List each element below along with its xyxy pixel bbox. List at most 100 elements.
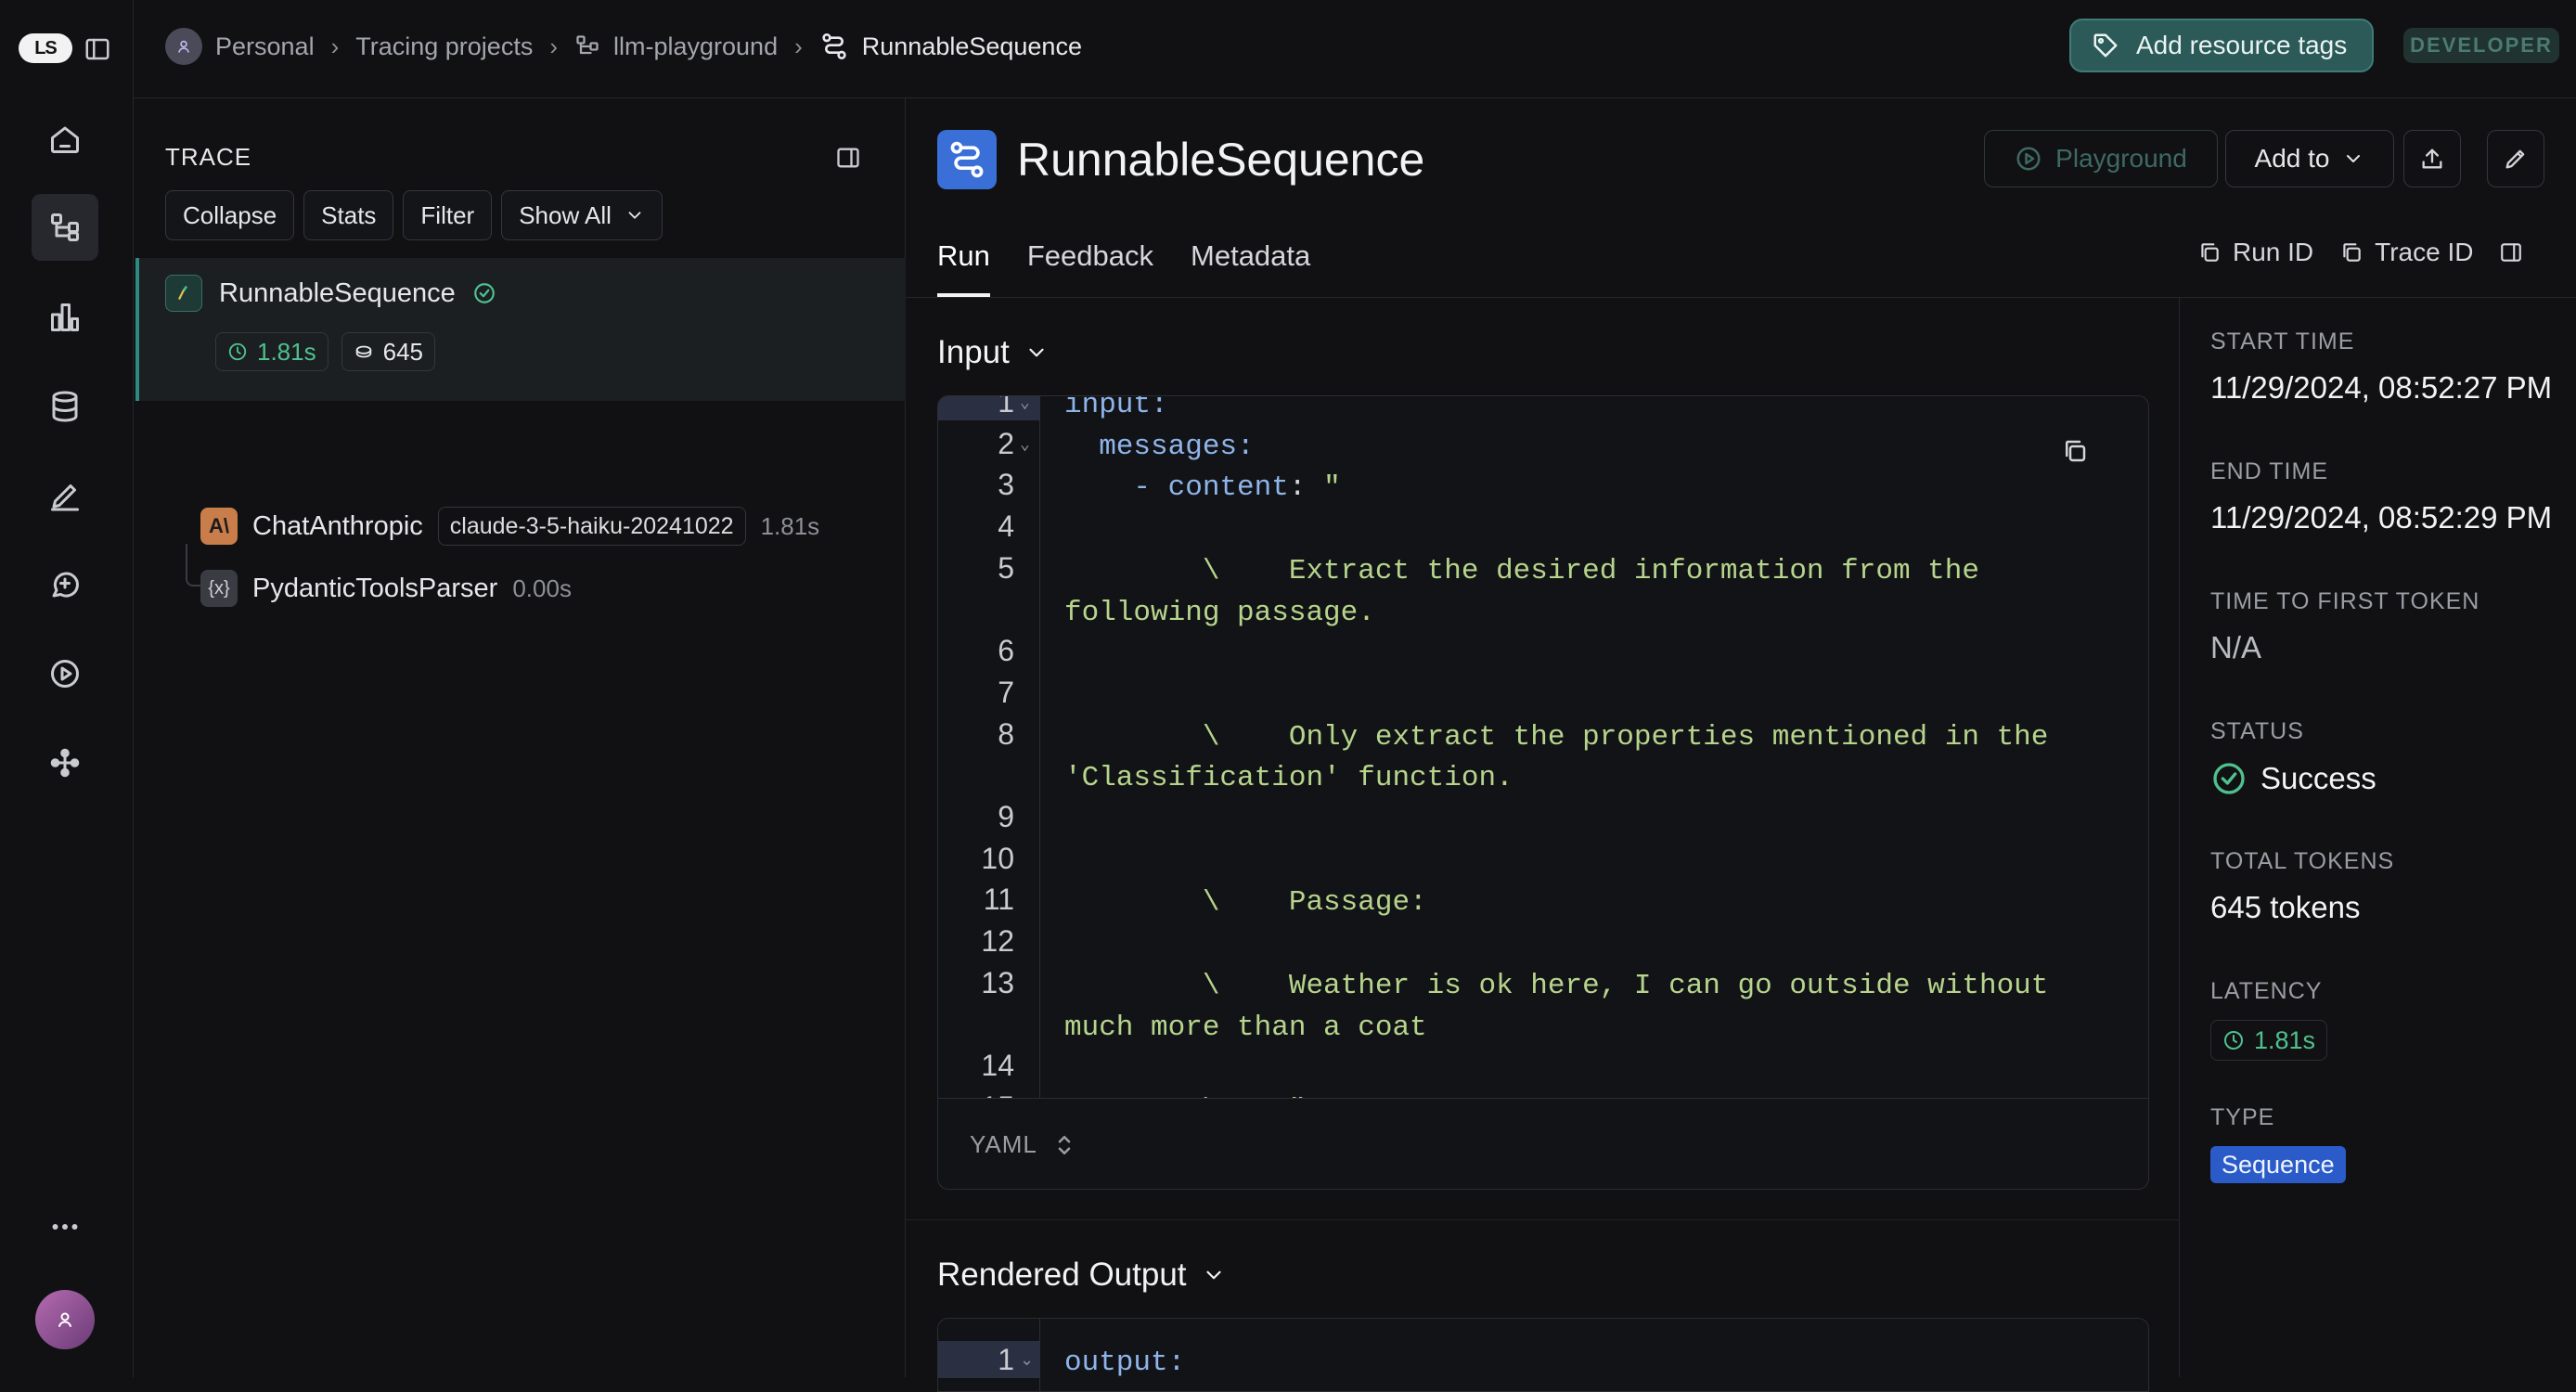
total-tokens-label: TOTAL TOKENS — [2210, 848, 2395, 874]
output-section-header[interactable]: Rendered Output — [937, 1257, 1226, 1294]
add-to-dropdown[interactable]: Add to — [2225, 130, 2394, 187]
line-number: 4 — [998, 509, 1014, 544]
code-line: \ Passage: — [1064, 886, 1427, 920]
chevron-down-icon — [2347, 155, 2361, 162]
share-button[interactable] — [2403, 130, 2461, 187]
latency-chip: 1.81s — [215, 332, 328, 371]
code-line: - content: " — [1064, 471, 1341, 505]
clock-icon — [2224, 1031, 2243, 1050]
trace-panel: TRACE Collapse Stats Filter Show All Run… — [134, 98, 906, 1377]
breadcrumb-current-run: RunnableSequence — [819, 32, 1082, 61]
copy-trace-id-button[interactable]: Trace ID — [2339, 238, 2473, 267]
latency-value: 1.81s — [2254, 1025, 2316, 1054]
run-tabs: Run Feedback Metadata — [937, 239, 1310, 297]
copy-icon[interactable] — [2061, 437, 2089, 465]
copy-icon — [2201, 243, 2219, 262]
format-selector[interactable]: YAML — [938, 1098, 2148, 1189]
line-number: 10 — [981, 841, 1014, 875]
trace-node-name: RunnableSequence — [219, 277, 456, 308]
status-value: Success — [2210, 760, 2376, 797]
code-line-wrap: following passage. — [1064, 596, 1375, 629]
run-title: RunnableSequence — [937, 130, 1424, 189]
code-line: \ Extract the desired information from t… — [1064, 554, 1979, 587]
chevron-down-icon — [1029, 348, 1044, 357]
divider — [2179, 297, 2180, 1377]
trace-node-name: ChatAnthropic — [252, 510, 423, 541]
status-label: STATUS — [2210, 718, 2304, 744]
home-icon[interactable] — [32, 106, 98, 173]
playground-icon[interactable] — [32, 640, 98, 707]
line-number: 11 — [983, 883, 1014, 917]
traces-icon[interactable] — [32, 194, 98, 261]
app-logo[interactable]: LS — [19, 33, 72, 63]
deployments-icon[interactable] — [32, 729, 98, 796]
copy-run-id-button[interactable]: Run ID — [2197, 238, 2313, 267]
status-text: Success — [2260, 761, 2376, 795]
show-all-dropdown[interactable]: Show All — [501, 190, 663, 240]
chevron-right-icon: › — [549, 32, 558, 60]
stats-button[interactable]: Stats — [303, 190, 394, 240]
breadcrumb-personal[interactable]: Personal — [165, 28, 315, 65]
trace-node-parser[interactable]: {x} PydanticToolsParser 0.00s — [200, 570, 572, 607]
fold-chevron-icon[interactable]: ⌄ — [1020, 396, 1030, 413]
fold-chevron-icon[interactable]: ⌄ — [1020, 434, 1030, 455]
format-label: YAML — [970, 1130, 1037, 1158]
tree-connector — [186, 544, 200, 586]
collapse-panel-icon[interactable] — [835, 145, 863, 173]
tab-feedback[interactable]: Feedback — [1027, 239, 1153, 297]
latency-value: 1.81s — [257, 337, 316, 366]
yaml-code[interactable]: 1 ⌄ input: 2 ⌄ messages: 3 - content: " 4 5 \ E… — [938, 396, 2148, 1098]
breadcrumb-label: Personal — [215, 32, 315, 60]
fold-chevron-icon[interactable]: ⌄ — [1020, 1350, 1034, 1370]
trace-node-root[interactable]: RunnableSequence — [165, 275, 496, 312]
dashboards-icon[interactable] — [32, 284, 98, 351]
line-number: 6 — [998, 634, 1014, 668]
breadcrumb: Personal › Tracing projects › llm-playgr… — [165, 26, 1082, 67]
tab-metadata[interactable]: Metadata — [1191, 239, 1310, 297]
datasets-icon[interactable] — [32, 373, 98, 440]
developer-badge: DEVELOPER — [2403, 28, 2559, 63]
line-number: 1 — [998, 396, 1014, 419]
tokens-chip: 645 — [341, 332, 435, 371]
token-coins-icon — [355, 345, 371, 358]
output-code-editor[interactable]: 1 ⌄ output: — [937, 1318, 2149, 1392]
line-number: 12 — [981, 924, 1014, 959]
more-icon[interactable] — [32, 1193, 98, 1260]
node-latency: 1.81s — [760, 511, 820, 540]
run-detail: RunnableSequence Playground Add to Run F… — [906, 98, 2576, 1392]
playground-button[interactable]: Playground — [1984, 130, 2218, 187]
ttft-value: N/A — [2210, 630, 2262, 664]
annotation-icon[interactable] — [32, 462, 98, 529]
breadcrumb-tracing-projects[interactable]: Tracing projects — [355, 32, 533, 61]
input-section-header[interactable]: Input — [937, 334, 1049, 371]
toggle-details-panel-icon[interactable] — [2499, 240, 2523, 264]
trace-id-label: Trace ID — [2375, 238, 2474, 266]
show-all-label: Show All — [519, 200, 612, 229]
trace-node-chatanthropic[interactable]: A\ ChatAnthropic claude-3-5-haiku-202410… — [200, 507, 819, 546]
filter-button[interactable]: Filter — [403, 190, 493, 240]
trace-toolbar: Collapse Stats Filter Show All — [165, 190, 663, 240]
prompts-icon[interactable] — [32, 551, 98, 618]
type-badge: Sequence — [2210, 1146, 2346, 1183]
pencil-icon — [2505, 149, 2525, 169]
playground-label: Playground — [2055, 144, 2187, 173]
sidebar-toggle-icon[interactable] — [84, 35, 111, 63]
breadcrumb-project[interactable]: llm-playground — [574, 32, 778, 61]
add-resource-tags-button[interactable]: Add resource tags — [2069, 19, 2374, 72]
tab-run[interactable]: Run — [937, 239, 990, 297]
chain-icon — [165, 275, 202, 312]
trace-title: TRACE — [165, 143, 252, 171]
input-code-editor[interactable]: 1 ⌄ input: 2 ⌄ messages: 3 - content: " 4 5 \ E… — [937, 395, 2149, 1190]
line-number: 15 — [938, 1090, 1014, 1098]
start-time-label: START TIME — [2210, 329, 2355, 354]
trace-node-name: PydanticToolsParser — [252, 573, 498, 603]
edit-button[interactable] — [2487, 130, 2544, 187]
left-rail: LS — [0, 0, 134, 1377]
line-number: 2 — [998, 426, 1014, 460]
user-avatar[interactable] — [35, 1290, 95, 1349]
output-label: Rendered Output — [937, 1257, 1187, 1293]
run-id-label: Run ID — [2233, 238, 2314, 266]
line-number: 8 — [998, 716, 1014, 751]
collapse-button[interactable]: Collapse — [165, 190, 295, 240]
breadcrumb-label: RunnableSequence — [861, 32, 1082, 60]
